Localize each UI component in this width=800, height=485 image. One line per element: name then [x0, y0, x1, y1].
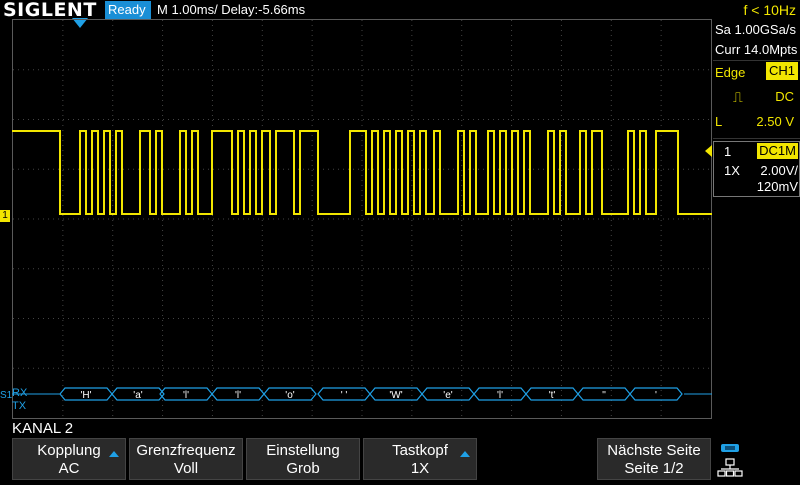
channel1-trace: 'H''a''l''l''o' ' ' 'W''e''l''t' '' '	[12, 130, 712, 401]
button-label: Nächste Seite	[607, 442, 701, 459]
decode-byte-label: 'a'	[133, 390, 142, 401]
decode-byte-label: ''	[602, 390, 606, 401]
decode-byte-label: '	[655, 390, 657, 401]
rx-label: RX	[12, 387, 28, 399]
bandwidth-limit-button[interactable]: Grenzfrequenz Voll	[129, 438, 243, 480]
decode-byte-label: 'o'	[285, 390, 294, 401]
tx-label: TX	[12, 400, 27, 412]
decode-byte-label: 'W'	[389, 390, 402, 401]
frequency-readout: f < 10Hz	[743, 2, 796, 18]
divider	[713, 138, 800, 139]
button-value: AC	[58, 460, 80, 477]
button-value: Voll	[173, 460, 199, 477]
decode-byte-label: 'l'	[235, 390, 241, 401]
button-label: Einstellung	[266, 442, 340, 459]
button-value: Grob	[286, 460, 320, 477]
coupling-button[interactable]: Kopplung AC	[12, 438, 126, 480]
trigger-level-marker-icon	[705, 145, 712, 157]
rising-edge-icon: ⎍	[733, 89, 743, 105]
trigger-level: 2.50 V	[756, 114, 794, 129]
status-icons	[717, 440, 743, 480]
serial-waveform	[12, 130, 712, 215]
trigger-type: Edge	[715, 65, 746, 80]
trigger-source-badge[interactable]: CH1	[766, 62, 798, 80]
divider	[713, 60, 800, 61]
channel1-marker[interactable]: 1	[0, 210, 10, 222]
decode-byte-label: 'l'	[497, 390, 503, 401]
decode-byte-label: 't'	[549, 390, 556, 401]
cycle-up-icon	[460, 451, 470, 457]
network-icon	[717, 458, 743, 477]
decode-byte-label: 'l'	[183, 390, 189, 401]
decode-byte-label: 'e'	[443, 390, 452, 401]
decode-byte-label: ' '	[341, 390, 348, 401]
memory-depth: Curr 14.0Mpts	[715, 42, 798, 57]
button-label: Grenzfrequenz	[136, 442, 236, 459]
cycle-up-icon	[109, 451, 119, 457]
decode-byte-label: 'H'	[80, 390, 91, 401]
channel-coupling-badge: DC1M	[757, 143, 798, 159]
trigger-level-label: L	[715, 114, 723, 129]
button-value: 1X	[410, 460, 430, 477]
button-value: Seite 1/2	[624, 460, 684, 477]
next-page-button[interactable]: Nächste Seite Seite 1/2	[597, 438, 711, 480]
sample-rate: Sa 1.00GSa/s	[715, 22, 796, 37]
probe-button[interactable]: Tastkopf 1X	[363, 438, 477, 480]
trigger-coupling: DC	[775, 89, 794, 104]
adjust-button[interactable]: Einstellung Grob	[246, 438, 360, 480]
serial-marker: S1	[0, 390, 13, 401]
menu-title: KANAL 2	[12, 420, 74, 437]
